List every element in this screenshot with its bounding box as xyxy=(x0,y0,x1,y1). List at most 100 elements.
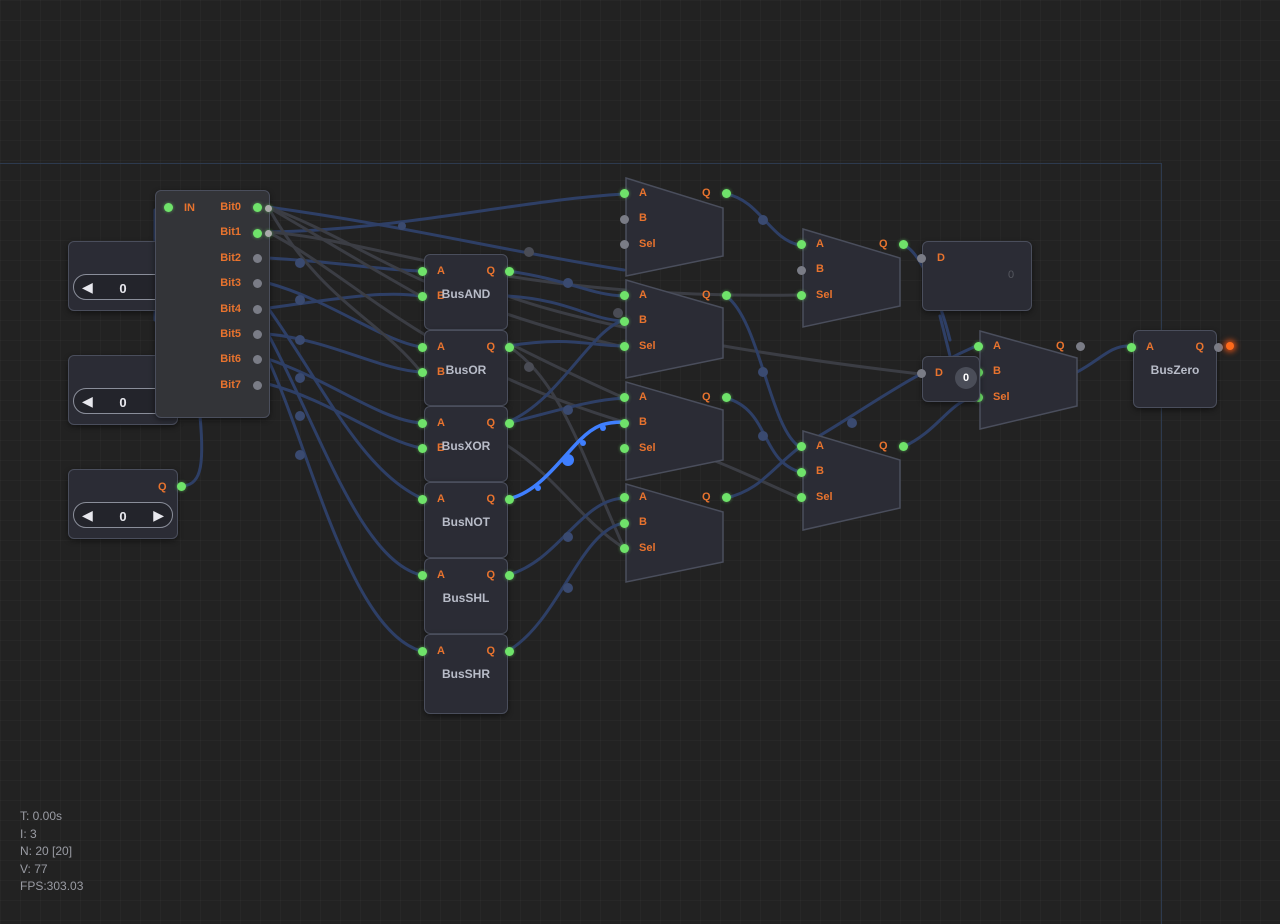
pin-label-b: B xyxy=(639,416,647,428)
input-pin-in[interactable] xyxy=(164,203,173,212)
input-pin-b[interactable] xyxy=(620,519,629,528)
output-pin[interactable] xyxy=(505,571,514,580)
input-pin-a[interactable] xyxy=(797,442,806,451)
mux-5[interactable]: A B Sel Q xyxy=(792,236,912,306)
bit-pin[interactable] xyxy=(253,305,262,314)
input-pin-b[interactable] xyxy=(797,266,806,275)
input-pin-a[interactable] xyxy=(974,342,983,351)
output-pin[interactable] xyxy=(1076,342,1085,351)
busxor-node[interactable]: A B Q BusXOR xyxy=(418,406,514,482)
input-pin-b[interactable] xyxy=(620,317,629,326)
input-pin-a[interactable] xyxy=(418,495,427,504)
busnot-node[interactable]: A Q BusNOT xyxy=(418,482,514,558)
input-pin-a[interactable] xyxy=(1127,343,1136,352)
output-pin[interactable] xyxy=(722,393,731,402)
input-node-3[interactable]: Q ◀ 0 ▶ xyxy=(68,469,186,539)
pin-label-a: A xyxy=(437,645,445,657)
input-pin-a[interactable] xyxy=(418,419,427,428)
mux-4[interactable]: A B Sel Q xyxy=(615,489,735,559)
bit-pin[interactable] xyxy=(253,381,262,390)
input-pin-a[interactable] xyxy=(418,343,427,352)
output-pin[interactable] xyxy=(722,189,731,198)
d-latch-display-node[interactable]: D 0 xyxy=(917,356,980,402)
bit-pin[interactable] xyxy=(265,205,272,212)
output-pin[interactable] xyxy=(722,291,731,300)
select-pin[interactable] xyxy=(620,342,629,351)
pin-label-in: IN xyxy=(184,202,195,214)
mux-2[interactable]: A B Sel Q xyxy=(615,287,735,357)
output-pin[interactable] xyxy=(505,419,514,428)
pin-label-q: Q xyxy=(486,569,495,581)
increment-icon[interactable]: ▶ xyxy=(153,506,164,524)
node-title: BusSHL xyxy=(442,591,490,605)
bit-splitter-node[interactable]: IN Bit0 Bit1 Bit2 Bit3 Bit4 Bit5 Bit6 Bi… xyxy=(155,190,272,418)
output-pin[interactable] xyxy=(1214,343,1223,352)
output-pin[interactable] xyxy=(505,495,514,504)
select-pin[interactable] xyxy=(620,444,629,453)
input-pin-b[interactable] xyxy=(797,468,806,477)
bit-pin[interactable] xyxy=(253,355,262,364)
bit-pin[interactable] xyxy=(253,229,262,238)
pin-label-b: B xyxy=(993,365,1001,377)
input-pin-d[interactable] xyxy=(917,254,926,263)
mux-3[interactable]: A B Sel Q xyxy=(615,389,735,459)
d-latch-node[interactable]: D 0 xyxy=(917,241,1032,311)
output-pin[interactable] xyxy=(505,343,514,352)
stat-v: V: 77 xyxy=(20,861,48,876)
pin-label-b: B xyxy=(816,465,824,477)
input-pin-a[interactable] xyxy=(620,493,629,502)
input-pin-a[interactable] xyxy=(620,393,629,402)
bit-pin[interactable] xyxy=(253,254,262,263)
stat-fps: FPS:303.03 xyxy=(20,879,84,893)
latch-value: 0 xyxy=(1008,269,1015,281)
mux-1[interactable]: A B Sel Q xyxy=(615,185,735,255)
pin-label-a: A xyxy=(437,493,445,505)
node-title: BusSHR xyxy=(441,667,490,681)
output-pin[interactable] xyxy=(722,493,731,502)
input-pin-d[interactable] xyxy=(917,369,926,378)
input-pin-a[interactable] xyxy=(620,291,629,300)
bit-pin[interactable] xyxy=(253,330,262,339)
pin-label-q: Q xyxy=(486,265,495,277)
busor-node[interactable]: A B Q BusOR xyxy=(418,330,514,406)
pin-label-sel: Sel xyxy=(639,442,656,454)
pin-label-q: Q xyxy=(879,238,888,250)
bit-pin[interactable] xyxy=(253,279,262,288)
pin-label-sel: Sel xyxy=(639,238,656,250)
buszero-node[interactable]: A Q BusZero xyxy=(1127,330,1223,408)
output-pin[interactable] xyxy=(899,442,908,451)
input-pin-a[interactable] xyxy=(797,240,806,249)
wire xyxy=(266,332,423,577)
output-pin[interactable] xyxy=(177,482,186,491)
pin-label-b: B xyxy=(816,263,824,275)
stat-iterations: I: 3 xyxy=(20,826,37,841)
mux-7[interactable]: A B Sel Q xyxy=(969,338,1089,408)
select-pin[interactable] xyxy=(797,493,806,502)
input-pin-a[interactable] xyxy=(418,647,427,656)
input-pin-a[interactable] xyxy=(418,267,427,276)
busand-node[interactable]: A B Q BusAND xyxy=(418,254,514,330)
mux-6[interactable]: A B Sel Q xyxy=(792,438,912,508)
output-pin[interactable] xyxy=(899,240,908,249)
select-pin[interactable] xyxy=(620,240,629,249)
bit-label: Bit3 xyxy=(220,277,241,289)
bit-pin[interactable] xyxy=(265,230,272,237)
pin-label-a: A xyxy=(639,391,647,403)
wire xyxy=(724,445,802,500)
pin-label-q: Q xyxy=(702,289,711,301)
pin-label-sel: Sel xyxy=(993,391,1010,403)
busshr-node[interactable]: A Q BusSHR xyxy=(418,634,514,714)
output-pin[interactable] xyxy=(505,647,514,656)
output-pin[interactable] xyxy=(505,267,514,276)
pin-label-q: Q xyxy=(702,391,711,403)
input-pin-b[interactable] xyxy=(620,419,629,428)
pin-label-sel: Sel xyxy=(816,289,833,301)
input-pin-a[interactable] xyxy=(418,571,427,580)
busshl-node[interactable]: A Q BusSHL xyxy=(418,558,514,634)
bit-pin[interactable] xyxy=(253,203,262,212)
select-pin[interactable] xyxy=(620,544,629,553)
value-stepper[interactable]: ◀ 0 ▶ xyxy=(73,502,173,528)
select-pin[interactable] xyxy=(797,291,806,300)
input-pin-a[interactable] xyxy=(620,189,629,198)
input-pin-b[interactable] xyxy=(620,215,629,224)
